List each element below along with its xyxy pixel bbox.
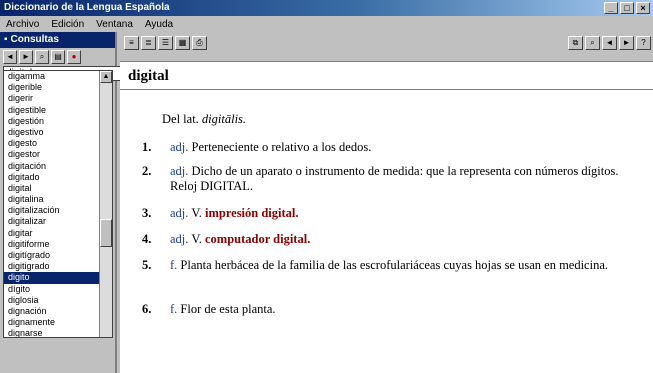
list-item[interactable]: digestor	[4, 149, 100, 160]
sense-tag: adj.	[170, 140, 189, 154]
sense-number: 2.	[142, 164, 152, 178]
sense-number: 6.	[142, 302, 152, 316]
sense-1: 1. adj. Perteneciente o relativo a los d…	[142, 140, 647, 155]
list-item[interactable]: digitiforme	[4, 239, 100, 250]
list-item[interactable]: digital	[4, 183, 100, 194]
list-item[interactable]: digitar	[4, 228, 100, 239]
search-icon[interactable]: ⌕	[35, 50, 49, 64]
sense-link-computador[interactable]: computador digital.	[205, 232, 310, 246]
sense-number: 5.	[142, 258, 152, 272]
list-item[interactable]: digesto	[4, 138, 100, 149]
list-item[interactable]: dignamente	[4, 317, 100, 328]
word-list-panel: digamma digerible digerir digestible digesti…	[3, 70, 113, 338]
list-item[interactable]: digitación	[4, 161, 100, 172]
content-toolbar-right: ⧉ ⌕ ◄ ► ?	[568, 36, 651, 50]
list-item[interactable]: digitalizar	[4, 216, 100, 227]
help-icon[interactable]: ?	[636, 36, 651, 50]
list-item[interactable]: dignación	[4, 306, 100, 317]
list-item[interactable]: digestión	[4, 116, 100, 127]
close-button[interactable]: ×	[636, 2, 650, 14]
word-list: digamma digerible digerir digestible digesti…	[4, 71, 100, 337]
sense-6: 6. f. Flor de esta planta.	[142, 302, 647, 317]
word-list-scrollbar[interactable]: ▲	[99, 71, 112, 337]
window-controls: _ □ ×	[604, 2, 650, 14]
sense-number: 3.	[142, 206, 152, 220]
sense-text: Planta herbácea de la familia de las esc…	[180, 258, 609, 272]
list-item[interactable]: dígito	[4, 284, 100, 295]
sidebar-header: ▪ Consultas	[0, 32, 115, 48]
menu-bar: Archivo Edición Ventana Ayuda	[0, 16, 653, 32]
view-detail-icon[interactable]: ≣	[141, 36, 156, 50]
list-item[interactable]: digitígrado	[4, 250, 100, 261]
sense-tag: adj.	[170, 206, 189, 220]
headword: digital	[128, 68, 169, 84]
sense-3: 3. adj. V. impresión digital.	[142, 206, 647, 221]
next-icon[interactable]: ►	[619, 36, 634, 50]
window-titlebar: Diccionario de la Lengua Española _ □ ×	[0, 0, 653, 16]
sense-4: 4. adj. V. computador digital.	[142, 232, 647, 247]
view-tree-icon[interactable]: ☰	[158, 36, 173, 50]
scroll-up-icon[interactable]: ▲	[100, 71, 112, 83]
print-icon[interactable]: ⎙	[192, 36, 207, 50]
sense-tag: f.	[170, 302, 178, 316]
menu-archivo[interactable]: Archivo	[4, 19, 41, 30]
etymology: Del lat. digitālis.	[162, 112, 246, 127]
sense-link-impresion[interactable]: impresión digital.	[205, 206, 299, 220]
copy-icon[interactable]: ⧉	[568, 36, 583, 50]
list-item[interactable]: diglosia	[4, 295, 100, 306]
window-title: Diccionario de la Lengua Española	[4, 2, 170, 13]
forward-icon[interactable]: ►	[19, 50, 33, 64]
sense-tag: adj.	[170, 164, 189, 178]
list-item[interactable]: digito	[4, 272, 100, 284]
back-icon[interactable]: ◄	[3, 50, 17, 64]
sense-text: Flor de esta planta.	[180, 302, 276, 316]
sense-5: 5. f. Planta herbácea de la familia de l…	[142, 258, 647, 273]
list-item[interactable]: digerible	[4, 82, 100, 93]
maximize-button[interactable]: □	[620, 2, 634, 14]
sense-tag: adj.	[170, 232, 189, 246]
prev-icon[interactable]: ◄	[602, 36, 617, 50]
scroll-thumb[interactable]	[100, 219, 112, 247]
list-item[interactable]: digestivo	[4, 127, 100, 138]
list-item[interactable]: digitigrado	[4, 261, 100, 272]
menu-edicion[interactable]: Edición	[49, 19, 86, 30]
sense-ref: V.	[191, 232, 202, 246]
sense-text: Perteneciente o relativo a los dedos.	[191, 140, 372, 154]
article: Del lat. digitālis. 1. adj. Pertenecient…	[120, 90, 653, 373]
sense-tag: f.	[170, 258, 178, 272]
sense-text: Dicho de un aparato o instrumento de med…	[170, 164, 619, 193]
list-item[interactable]: digitado	[4, 172, 100, 183]
sense-number: 4.	[142, 232, 152, 246]
list-item[interactable]: dignarse	[4, 328, 100, 337]
sense-number: 1.	[142, 140, 152, 154]
list-item[interactable]: digerir	[4, 93, 100, 104]
menu-ayuda[interactable]: Ayuda	[143, 19, 175, 30]
menu-ventana[interactable]: Ventana	[94, 19, 135, 30]
content-toolbar-left: ≡ ≣ ☰ ▦ ⎙	[124, 36, 207, 50]
etymology-label: Del lat.	[162, 112, 199, 126]
sense-2: 2. adj. Dicho de un aparato o instrument…	[142, 164, 647, 194]
find-icon[interactable]: ⌕	[585, 36, 600, 50]
sidebar-title: Consultas	[10, 34, 59, 45]
print-icon[interactable]: ▤	[51, 50, 65, 64]
headword-bar: digital	[120, 62, 653, 90]
list-item[interactable]: digitalina	[4, 194, 100, 205]
stop-icon[interactable]: ●	[67, 50, 81, 64]
minimize-button[interactable]: _	[604, 2, 618, 14]
etymology-origin: digitālis.	[201, 112, 247, 126]
view-list-icon[interactable]: ≡	[124, 36, 139, 50]
list-item[interactable]: digamma	[4, 71, 100, 82]
view-grid-icon[interactable]: ▦	[175, 36, 190, 50]
sidebar-toolbar: ◄ ► ⌕ ▤ ●	[0, 48, 115, 66]
sense-ref: V.	[191, 206, 202, 220]
content-toolbar: ≡ ≣ ☰ ▦ ⎙ ⧉ ⌕ ◄ ► ?	[120, 32, 653, 62]
book-icon: ▪	[4, 34, 8, 45]
list-item[interactable]: digitalización	[4, 205, 100, 216]
list-item[interactable]: digestible	[4, 105, 100, 116]
